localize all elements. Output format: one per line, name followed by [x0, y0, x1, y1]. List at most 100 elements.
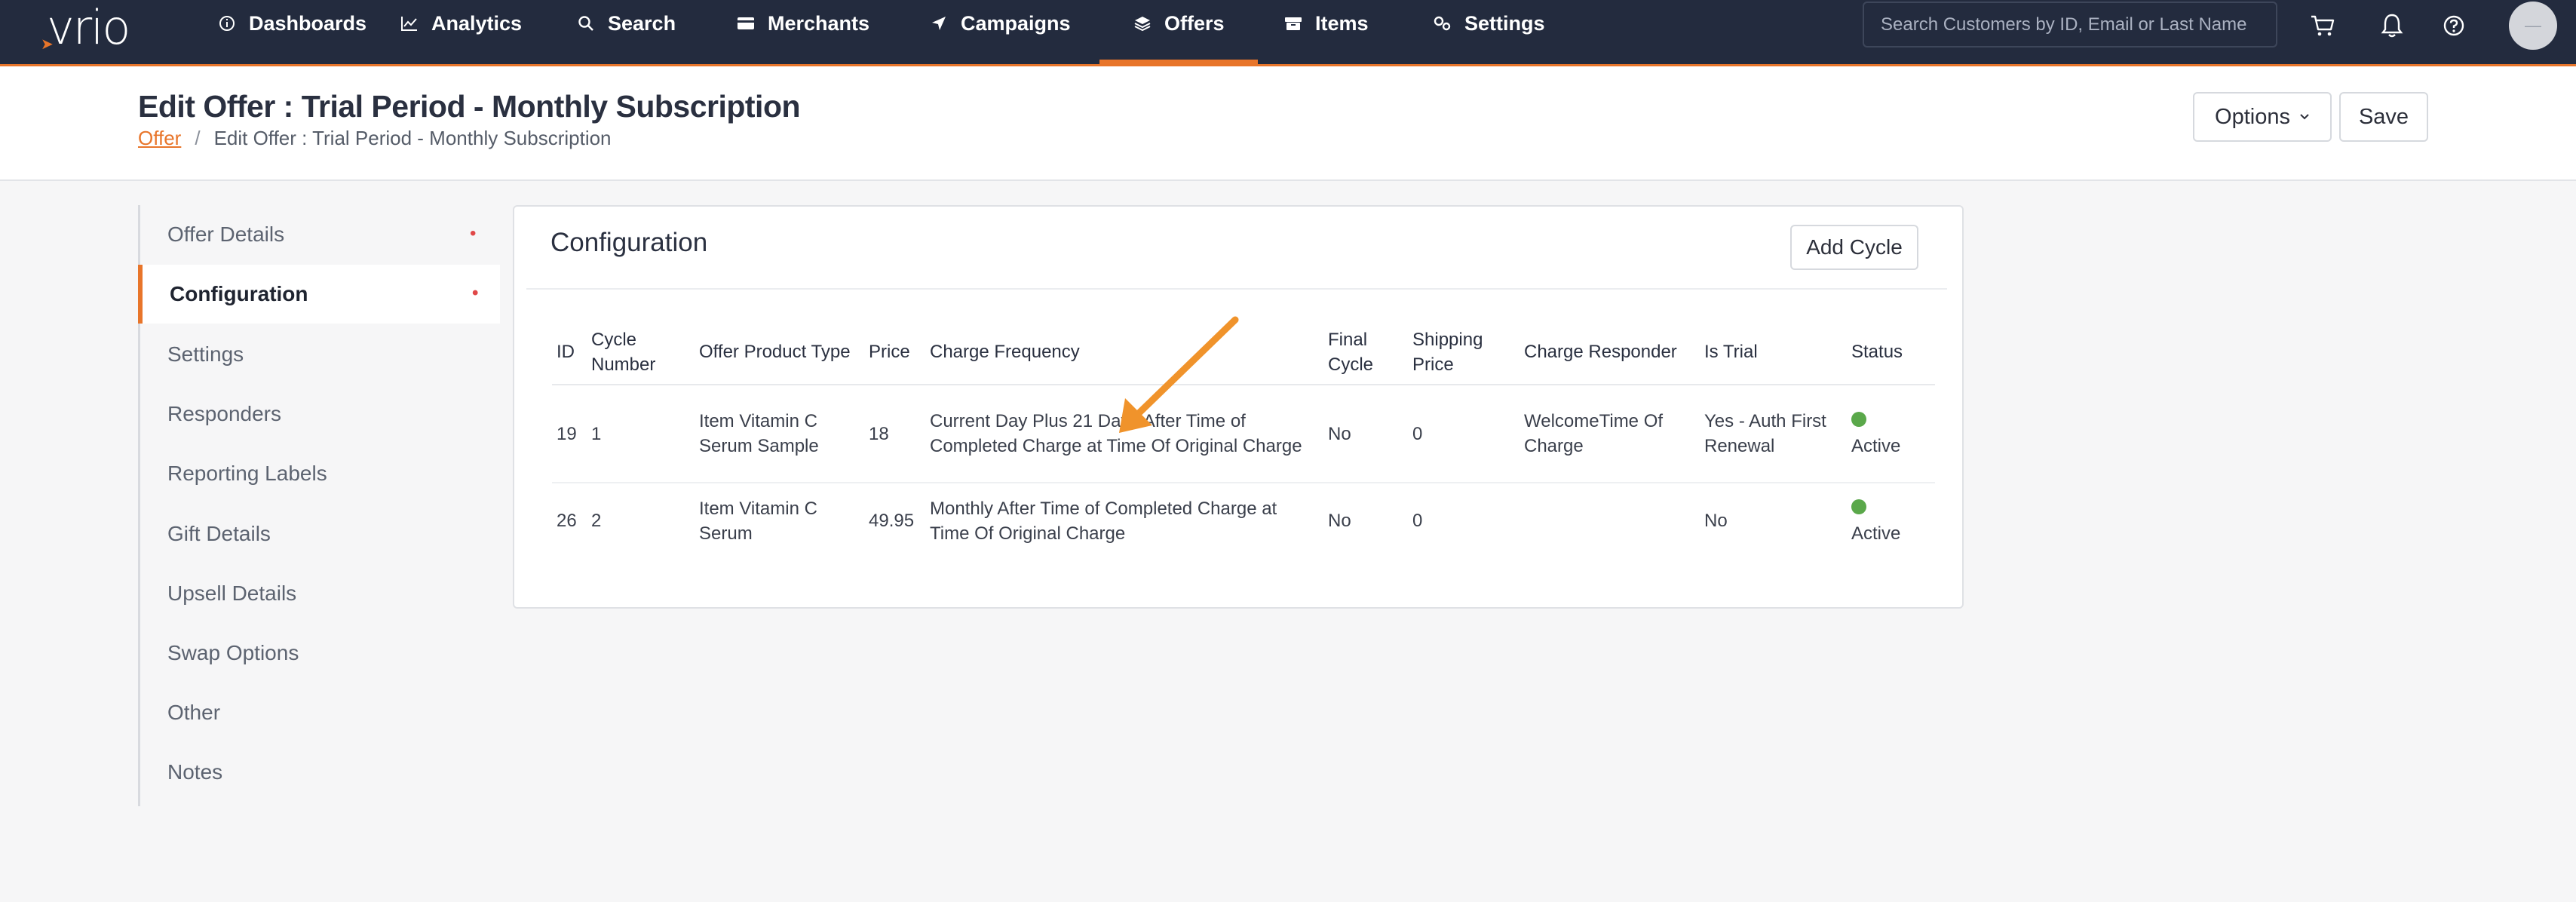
- column-header[interactable]: Cycle Number: [587, 320, 695, 385]
- nav-merchants[interactable]: Merchants: [734, 0, 869, 64]
- configuration-card: Configuration Add Cycle ID Cycle Number …: [513, 205, 1964, 609]
- nav-label: Settings: [1464, 12, 1545, 35]
- avatar[interactable]: —: [2509, 2, 2557, 50]
- sidebar-item-gift-details[interactable]: Gift Details: [140, 505, 502, 563]
- nav-label: Items: [1315, 12, 1369, 35]
- add-cycle-label: Add Cycle: [1806, 235, 1903, 259]
- card-divider: [526, 288, 1947, 290]
- cell-final-cycle: No: [1328, 511, 1351, 531]
- save-button[interactable]: Save: [2339, 92, 2428, 142]
- cell-charge-frequency: Monthly After Time of Completed Charge a…: [930, 498, 1277, 544]
- table-row[interactable]: 19 1 Item Vitamin C Serum Sample 18 Curr…: [552, 385, 1935, 483]
- nav-label: Search: [608, 12, 676, 35]
- box-icon: [1282, 12, 1305, 35]
- line-chart-icon: [398, 12, 421, 35]
- add-cycle-button[interactable]: Add Cycle: [1790, 225, 1918, 270]
- nav-dashboards[interactable]: Dashboards: [216, 0, 366, 64]
- status-label: Active: [1851, 523, 1901, 544]
- sidebar-item-offer-details[interactable]: Offer Details •: [140, 205, 502, 264]
- sidebar-item-label: Other: [167, 701, 221, 724]
- column-header[interactable]: ID: [552, 320, 587, 385]
- table-row[interactable]: 26 2 Item Vitamin C Serum 49.95 Monthly …: [552, 483, 1935, 558]
- sidebar-item-label: Settings: [167, 342, 244, 366]
- offer-sections-sidebar: Offer Details • Configuration • Settings…: [138, 205, 500, 806]
- card-icon: [734, 12, 757, 35]
- layers-icon: [1131, 12, 1154, 35]
- help-icon[interactable]: [2439, 11, 2469, 41]
- cell-cycle-number: 2: [591, 511, 602, 531]
- chevron-down-icon: [2299, 113, 2310, 121]
- nav-label: Merchants: [768, 12, 870, 35]
- nav-settings[interactable]: Settings: [1431, 0, 1545, 64]
- cell-charge-responder: [1520, 483, 1700, 558]
- gears-icon: [1431, 12, 1454, 35]
- sidebar-item-other[interactable]: Other: [140, 683, 502, 742]
- sidebar-item-settings[interactable]: Settings: [140, 325, 502, 384]
- sidebar-item-label: Reporting Labels: [167, 462, 327, 485]
- column-header[interactable]: Status: [1847, 320, 1935, 385]
- cell-shipping-price: 0: [1408, 385, 1520, 483]
- sidebar-item-label: Responders: [167, 402, 281, 425]
- column-header[interactable]: Offer Product Type: [695, 320, 864, 385]
- sidebar-item-notes[interactable]: Notes: [140, 743, 502, 802]
- breadcrumb: Offer / Edit Offer : Trial Period - Mont…: [138, 127, 612, 150]
- sidebar-item-configuration[interactable]: Configuration •: [138, 265, 500, 324]
- top-navbar: ➤ vrio Dashboards Analytics Search Merch…: [0, 0, 2576, 66]
- sidebar-item-reporting-labels[interactable]: Reporting Labels: [140, 444, 502, 503]
- logo-mark: ➤: [41, 35, 54, 53]
- nav-campaigns[interactable]: Campaigns: [928, 0, 1071, 64]
- breadcrumb-separator: /: [195, 127, 201, 149]
- send-icon: [928, 12, 950, 35]
- cell-product-type: Item Vitamin C Serum: [699, 498, 817, 544]
- nav-items[interactable]: Items: [1282, 0, 1369, 64]
- required-indicator: •: [472, 283, 479, 303]
- status-dot-icon: [1851, 499, 1866, 514]
- cell-id: 26: [557, 511, 577, 531]
- cell-price: 49.95: [869, 511, 915, 531]
- search-icon: [575, 12, 597, 35]
- cell-id: 19: [552, 385, 587, 483]
- customer-search-input[interactable]: Search Customers by ID, Email or Last Na…: [1863, 2, 2277, 48]
- nav-label: Campaigns: [961, 12, 1071, 35]
- info-circle-icon: [216, 12, 238, 35]
- avatar-placeholder-icon: —: [2525, 16, 2541, 35]
- sidebar-item-label: Offer Details: [167, 222, 285, 246]
- save-label: Save: [2358, 104, 2409, 129]
- nav-label: Offers: [1164, 12, 1225, 35]
- sidebar-item-label: Configuration: [170, 282, 308, 305]
- breadcrumb-current: Edit Offer : Trial Period - Monthly Subs…: [213, 127, 612, 149]
- column-header[interactable]: Final Cycle: [1323, 320, 1408, 385]
- card-title: Configuration: [550, 228, 708, 257]
- vrio-logo[interactable]: ➤ vrio: [41, 0, 130, 55]
- options-button[interactable]: Options: [2193, 92, 2332, 142]
- nav-search[interactable]: Search: [575, 0, 676, 64]
- page-header: Edit Offer : Trial Period - Monthly Subs…: [0, 66, 2576, 181]
- cell-is-trial: Yes - Auth First Renewal: [1700, 385, 1847, 483]
- column-header[interactable]: Shipping Price: [1408, 320, 1520, 385]
- column-header[interactable]: Charge Responder: [1520, 320, 1700, 385]
- sidebar-item-label: Upsell Details: [167, 581, 297, 605]
- sidebar-item-swap-options[interactable]: Swap Options: [140, 624, 502, 683]
- cell-cycle-number: 1: [587, 385, 695, 483]
- column-header[interactable]: Price: [864, 320, 925, 385]
- page-title: Edit Offer : Trial Period - Monthly Subs…: [138, 89, 801, 124]
- nav-label: Analytics: [431, 12, 523, 35]
- cell-shipping-price: 0: [1412, 511, 1423, 531]
- cell-status: Active: [1847, 385, 1935, 483]
- sidebar-item-label: Gift Details: [167, 522, 271, 545]
- sidebar-item-responders[interactable]: Responders: [140, 385, 502, 443]
- status-label: Active: [1851, 436, 1901, 456]
- nav-label: Dashboards: [249, 12, 367, 35]
- nav-analytics[interactable]: Analytics: [398, 0, 522, 64]
- cell-charge-responder: WelcomeTime Of Charge: [1520, 385, 1700, 483]
- nav-offers[interactable]: Offers: [1099, 0, 1258, 64]
- column-header[interactable]: Is Trial: [1700, 320, 1847, 385]
- sidebar-item-upsell-details[interactable]: Upsell Details: [140, 564, 502, 623]
- cycles-table: ID Cycle Number Offer Product Type Price…: [552, 320, 1935, 558]
- status-dot-icon: [1851, 412, 1866, 427]
- column-header[interactable]: Charge Frequency: [925, 320, 1323, 385]
- bell-icon[interactable]: [2377, 11, 2407, 41]
- breadcrumb-offer-link[interactable]: Offer: [138, 127, 181, 150]
- cart-icon[interactable]: [2308, 11, 2338, 41]
- table-header-row: ID Cycle Number Offer Product Type Price…: [552, 320, 1935, 385]
